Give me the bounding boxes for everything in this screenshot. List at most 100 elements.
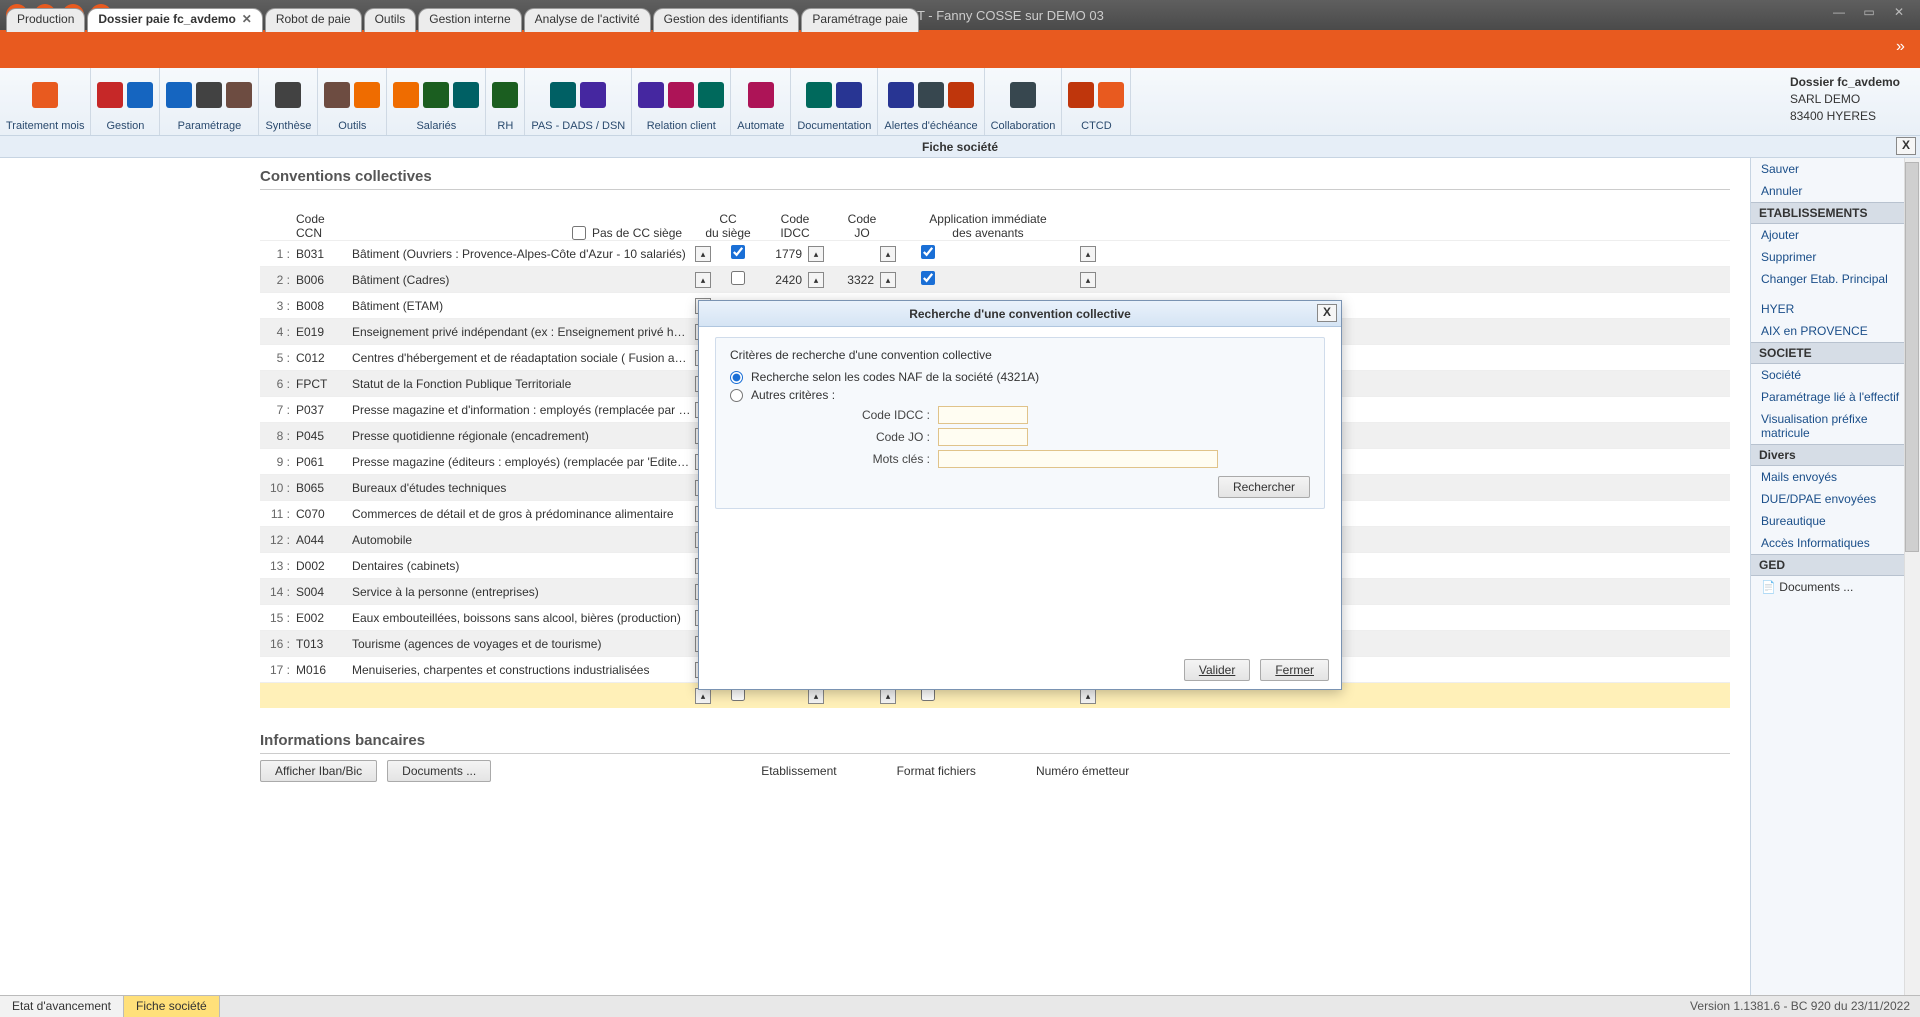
ribbon-group-pas-dads-dsn[interactable]: PAS - DADS / DSN bbox=[525, 68, 632, 135]
dialog-close-button[interactable]: X bbox=[1317, 304, 1337, 322]
ribbon-icon[interactable] bbox=[423, 82, 449, 108]
idcc-dropdown-icon[interactable]: ▴ bbox=[808, 246, 824, 262]
side-supprimer[interactable]: Supprimer bbox=[1751, 246, 1920, 268]
ribbon-icon[interactable] bbox=[354, 82, 380, 108]
ribbon-icon[interactable] bbox=[127, 82, 153, 108]
ribbon-icon[interactable] bbox=[1010, 82, 1036, 108]
side-etab-hyer[interactable]: HYER bbox=[1751, 298, 1920, 320]
ribbon-group-relation-client[interactable]: Relation client bbox=[632, 68, 731, 135]
fermer-button[interactable]: Fermer bbox=[1260, 659, 1329, 681]
ribbon-icon[interactable] bbox=[166, 82, 192, 108]
tab-close-icon[interactable]: ✕ bbox=[242, 12, 252, 26]
ccn-dropdown-icon[interactable]: ▴ bbox=[695, 272, 711, 288]
ribbon-group-ctcd[interactable]: CTCD bbox=[1062, 68, 1131, 135]
tab-gestion-interne[interactable]: Gestion interne bbox=[418, 8, 521, 32]
side-ged-documents[interactable]: 📄 Documents ... bbox=[1751, 576, 1920, 598]
side-param-effectif[interactable]: Paramétrage lié à l'effectif bbox=[1751, 386, 1920, 408]
tab-analyse-de-l-activit-[interactable]: Analyse de l'activité bbox=[524, 8, 651, 32]
siege-checkbox[interactable] bbox=[731, 245, 745, 259]
side-ajouter[interactable]: Ajouter bbox=[1751, 224, 1920, 246]
tab-outils[interactable]: Outils bbox=[364, 8, 417, 32]
ribbon-icon[interactable] bbox=[1098, 82, 1124, 108]
afficher-iban-button[interactable]: Afficher Iban/Bic bbox=[260, 760, 377, 782]
sidepanel-scrollbar-thumb[interactable] bbox=[1905, 162, 1919, 552]
panel-close-button[interactable]: X bbox=[1896, 137, 1916, 155]
side-bureautique[interactable]: Bureautique bbox=[1751, 510, 1920, 532]
ribbon-icon[interactable] bbox=[324, 82, 350, 108]
tab-production[interactable]: Production bbox=[6, 8, 85, 32]
side-due[interactable]: DUE/DPAE envoyées bbox=[1751, 488, 1920, 510]
pas-cc-siege-input[interactable] bbox=[572, 226, 586, 240]
side-changer-etab[interactable]: Changer Etab. Principal bbox=[1751, 268, 1920, 290]
side-etab-aix[interactable]: AIX en PROVENCE bbox=[1751, 320, 1920, 342]
ribbon-icon[interactable] bbox=[580, 82, 606, 108]
ribbon-icon[interactable] bbox=[836, 82, 862, 108]
side-annuler[interactable]: Annuler bbox=[1751, 180, 1920, 202]
jo-dropdown-icon[interactable]: ▴ bbox=[880, 272, 896, 288]
ribbon-icon[interactable] bbox=[948, 82, 974, 108]
ribbon-group-gestion[interactable]: Gestion bbox=[91, 68, 160, 135]
ribbon-icon[interactable] bbox=[32, 82, 58, 108]
ribbon-group-collaboration[interactable]: Collaboration bbox=[985, 68, 1063, 135]
valider-button[interactable]: Valider bbox=[1184, 659, 1250, 681]
ribbon-icon[interactable] bbox=[196, 82, 222, 108]
tab-dossier-paie-fc-avdemo[interactable]: Dossier paie fc_avdemo✕ bbox=[87, 8, 262, 32]
ribbon-icon[interactable] bbox=[393, 82, 419, 108]
ribbon-group-synth-se[interactable]: Synthèse bbox=[259, 68, 318, 135]
documents-button[interactable]: Documents ... bbox=[387, 760, 491, 782]
sidepanel-scrollbar[interactable] bbox=[1904, 158, 1920, 995]
jo-dropdown-icon[interactable]: ▴ bbox=[880, 246, 896, 262]
syndicat-dropdown-icon[interactable]: ▴ bbox=[1080, 246, 1096, 262]
input-idcc[interactable] bbox=[938, 406, 1028, 424]
ribbon-icon[interactable] bbox=[453, 82, 479, 108]
ribbon-group-traitement-mois[interactable]: Traitement mois bbox=[0, 68, 91, 135]
ribbon-icon[interactable] bbox=[748, 82, 774, 108]
rechercher-button[interactable]: Rechercher bbox=[1218, 476, 1310, 498]
side-acces[interactable]: Accès Informatiques bbox=[1751, 532, 1920, 554]
app-checkbox[interactable] bbox=[921, 271, 935, 285]
window-close-icon[interactable]: ✕ bbox=[1884, 5, 1914, 25]
tabs-scroll-right-icon[interactable]: » bbox=[1896, 38, 1916, 58]
ribbon-group-salari-s[interactable]: Salariés bbox=[387, 68, 486, 135]
ribbon-icon[interactable] bbox=[638, 82, 664, 108]
ribbon-group-param-trage[interactable]: Paramétrage bbox=[160, 68, 259, 135]
tab-gestion-des-identifiants[interactable]: Gestion des identifiants bbox=[653, 8, 800, 32]
ribbon-icon[interactable] bbox=[550, 82, 576, 108]
app-checkbox[interactable] bbox=[921, 245, 935, 259]
side-mails[interactable]: Mails envoyés bbox=[1751, 466, 1920, 488]
side-visu-prefixe[interactable]: Visualisation préfixe matricule bbox=[1751, 408, 1920, 444]
syndicat-dropdown-icon[interactable]: ▴ bbox=[1080, 272, 1096, 288]
ribbon-icon[interactable] bbox=[698, 82, 724, 108]
tab-robot-de-paie[interactable]: Robot de paie bbox=[265, 8, 362, 32]
radio-other[interactable] bbox=[730, 389, 743, 402]
side-sauver[interactable]: Sauver bbox=[1751, 158, 1920, 180]
siege-checkbox[interactable] bbox=[731, 271, 745, 285]
ribbon-icon[interactable] bbox=[806, 82, 832, 108]
idcc-dropdown-icon[interactable]: ▴ bbox=[808, 272, 824, 288]
ribbon-icon[interactable] bbox=[668, 82, 694, 108]
ribbon-group-alertes-d-ch-ance[interactable]: Alertes d'échéance bbox=[878, 68, 984, 135]
ribbon-icon[interactable] bbox=[275, 82, 301, 108]
ribbon-icon[interactable] bbox=[888, 82, 914, 108]
ribbon-group-outils[interactable]: Outils bbox=[318, 68, 387, 135]
ribbon-icon[interactable] bbox=[97, 82, 123, 108]
ribbon-group-documentation[interactable]: Documentation bbox=[791, 68, 878, 135]
bottom-tab-etat[interactable]: Etat d'avancement bbox=[0, 996, 124, 1017]
radio-naf[interactable] bbox=[730, 371, 743, 384]
ccn-dropdown-icon[interactable]: ▴ bbox=[695, 246, 711, 262]
input-jo[interactable] bbox=[938, 428, 1028, 446]
side-societe[interactable]: Société bbox=[1751, 364, 1920, 386]
ccn-row[interactable]: 1 :B031Bâtiment (Ouvriers : Provence-Alp… bbox=[260, 240, 1730, 266]
window-minimize-icon[interactable]: — bbox=[1824, 5, 1854, 25]
ccn-row[interactable]: 2 :B006Bâtiment (Cadres)▴2420▴3322▴▴ bbox=[260, 266, 1730, 292]
ribbon-group-automate[interactable]: Automate bbox=[731, 68, 791, 135]
ribbon-icon[interactable] bbox=[492, 82, 518, 108]
ribbon-icon[interactable] bbox=[1068, 82, 1094, 108]
input-mots[interactable] bbox=[938, 450, 1218, 468]
tab-param-trage-paie[interactable]: Paramétrage paie bbox=[801, 8, 918, 32]
ribbon-icon[interactable] bbox=[918, 82, 944, 108]
ribbon-icon[interactable] bbox=[226, 82, 252, 108]
pas-cc-siege-checkbox[interactable]: Pas de CC siège bbox=[572, 226, 682, 240]
bottom-tab-fiche[interactable]: Fiche société bbox=[124, 996, 220, 1017]
ribbon-group-rh[interactable]: RH bbox=[486, 68, 525, 135]
